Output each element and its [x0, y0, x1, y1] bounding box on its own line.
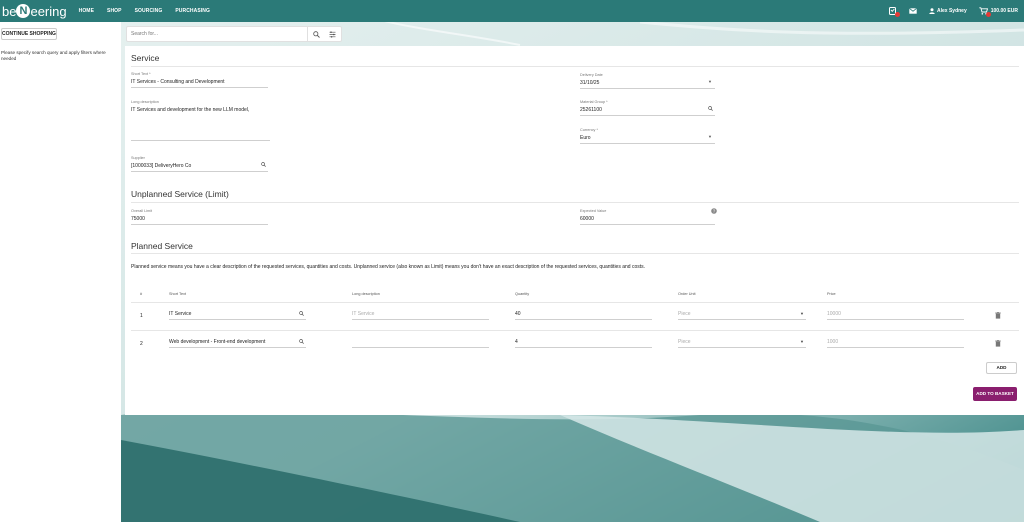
section-title-service: Service — [131, 53, 160, 63]
row-price-input[interactable]: 10000 — [827, 310, 964, 320]
row-short-text: IT Service — [169, 311, 192, 317]
currency-field[interactable]: Currency * Euro ▼ — [580, 128, 715, 144]
logo-text-left: be — [2, 3, 17, 19]
col-price: Price — [827, 292, 836, 296]
delete-row-icon[interactable] — [995, 340, 1001, 349]
filter-hint: Please specify search query and apply fi… — [1, 50, 106, 61]
currency-value: Euro — [580, 135, 591, 141]
search-icon[interactable] — [261, 162, 266, 169]
planned-service-description: Planned service means you have a clear d… — [131, 264, 646, 270]
row-order-unit: Piece — [678, 311, 691, 317]
cart-button[interactable]: 100.00 EUR — [979, 7, 1018, 17]
expected-value-field[interactable]: Expected Value 60000 — [580, 209, 715, 225]
notification-badge — [895, 12, 900, 17]
search-icon[interactable] — [308, 30, 325, 38]
row-price-input[interactable]: 1000 — [827, 338, 964, 348]
material-group-label: Material Group * — [580, 100, 608, 104]
filter-panel: CONTINUE SHOPPING Please specify search … — [0, 22, 121, 522]
approvals-icon[interactable] — [889, 7, 900, 17]
expected-value-value: 60000 — [580, 216, 594, 222]
divider — [131, 302, 1019, 303]
col-number: # — [140, 292, 143, 296]
delivery-date-label: Delivery Date — [580, 73, 603, 77]
chevron-down-icon: ▼ — [800, 339, 804, 344]
row-short-text-input[interactable]: Web development - Front-end development — [169, 338, 306, 348]
user-name: Alex Sydney — [937, 8, 967, 14]
expected-value-label: Expected Value — [580, 209, 607, 213]
material-group-field[interactable]: Material Group * 25261100 — [580, 100, 715, 116]
col-quantity: Quantity — [515, 292, 530, 296]
row-number: 1 — [140, 313, 143, 319]
section-title-unplanned: Unplanned Service (Limit) — [131, 189, 229, 199]
divider — [131, 66, 1019, 67]
col-short-text: Short Text — [169, 292, 187, 296]
overall-limit-value: 75000 — [131, 216, 145, 222]
short-text-field[interactable]: Short Text * IT Services - Consulting an… — [131, 72, 268, 88]
logo-text-right: eering — [30, 3, 67, 19]
divider — [131, 202, 1019, 203]
nav-purchasing[interactable]: PURCHASING — [175, 8, 210, 14]
row-order-unit-select[interactable]: Piece ▼ — [678, 310, 806, 320]
long-description-value: IT Services and development for the new … — [131, 107, 250, 113]
overall-limit-label: Overall Limit — [131, 209, 153, 213]
cart-total: 100.00 EUR — [990, 8, 1018, 14]
nav-sourcing[interactable]: SOURCING — [135, 8, 163, 14]
search-icon[interactable] — [299, 339, 304, 347]
logo-mark: N — [16, 4, 31, 18]
cart-icon — [979, 7, 991, 17]
long-description-label: Long description — [131, 100, 159, 104]
divider — [131, 330, 1019, 331]
chevron-down-icon[interactable]: ▼ — [708, 79, 712, 84]
row-quantity-input[interactable]: 4 — [515, 338, 652, 348]
row-short-text-input[interactable]: IT Service — [169, 310, 306, 320]
col-long-description: Long description — [352, 292, 380, 296]
long-description-field[interactable]: Long description IT Services and develop… — [131, 100, 270, 146]
top-navigation-bar: be Neering HOME SHOP SOURCING PURCHASING … — [0, 0, 1024, 22]
search-input[interactable]: Search for... — [127, 27, 308, 41]
header-actions: Alex Sydney 100.00 EUR — [877, 7, 1018, 17]
row-short-text: Web development - Front-end development — [169, 339, 266, 345]
service-form-card: Service Short Text * IT Services - Consu… — [125, 46, 1024, 415]
main-nav: HOME SHOP SOURCING PURCHASING — [79, 8, 223, 14]
continue-shopping-button[interactable]: CONTINUE SHOPPING — [1, 28, 57, 40]
app-logo[interactable]: be Neering — [2, 0, 67, 22]
row-long-description-input[interactable]: IT Service — [352, 310, 489, 320]
section-title-planned: Planned Service — [131, 241, 193, 251]
divider — [131, 253, 1019, 254]
mail-icon[interactable] — [909, 8, 917, 14]
supplier-value: [1000033] DeliveryHero Co — [131, 163, 192, 169]
row-long-description-input[interactable] — [352, 338, 489, 348]
row-order-unit-select[interactable]: Piece ▼ — [678, 338, 806, 348]
nav-shop[interactable]: SHOP — [107, 8, 122, 14]
supplier-field[interactable]: Supplier [1000033] DeliveryHero Co — [131, 156, 268, 172]
supplier-label: Supplier — [131, 156, 145, 160]
row-quantity-input[interactable]: 40 — [515, 310, 652, 320]
help-icon[interactable]: ? — [711, 208, 717, 216]
add-to-basket-button[interactable]: ADD TO BASKET — [973, 387, 1017, 401]
short-text-value: IT Services - Consulting and Development — [131, 79, 225, 85]
overall-limit-field[interactable]: Overall Limit 75000 — [131, 209, 268, 225]
nav-home[interactable]: HOME — [79, 8, 94, 14]
currency-label: Currency * — [580, 128, 598, 132]
chevron-down-icon[interactable]: ▼ — [708, 134, 712, 139]
user-icon — [929, 8, 935, 14]
search-icon[interactable] — [299, 311, 304, 319]
chevron-down-icon: ▼ — [800, 311, 804, 316]
row-order-unit: Piece — [678, 339, 691, 345]
search-bar: Search for... — [126, 26, 342, 42]
col-order-unit: Order Unit — [678, 292, 696, 296]
row-number: 2 — [140, 341, 143, 347]
delete-row-icon[interactable] — [995, 312, 1001, 321]
material-group-value: 25261100 — [580, 107, 602, 113]
short-text-label: Short Text * — [131, 72, 151, 76]
delivery-date-value: 31/10/25 — [580, 80, 600, 86]
filter-settings-icon[interactable] — [325, 30, 342, 38]
user-menu[interactable]: Alex Sydney — [929, 8, 967, 14]
cart-badge — [985, 12, 991, 17]
delivery-date-field[interactable]: Delivery Date 31/10/25 ▼ — [580, 73, 715, 89]
add-row-button[interactable]: ADD — [986, 362, 1017, 374]
search-icon[interactable] — [708, 106, 713, 113]
